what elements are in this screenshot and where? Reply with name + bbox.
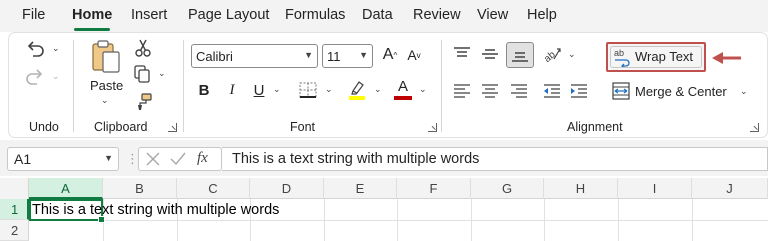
cell-a1-text: This is a text string with multiple word… (32, 202, 280, 218)
menu-help[interactable]: Help (527, 7, 557, 23)
font-size-box[interactable]: 11 ▼ (322, 44, 373, 68)
menu-insert[interactable]: Insert (131, 7, 167, 23)
menu-page-layout[interactable]: Page Layout (188, 7, 269, 23)
increase-indent-icon[interactable] (569, 82, 589, 100)
align-center-icon[interactable] (480, 82, 500, 100)
formula-bar-grip-icon[interactable]: ⋮ (126, 151, 139, 167)
wrap-text-button[interactable]: Wrap Text (635, 49, 693, 64)
menu-data[interactable]: Data (362, 7, 393, 23)
undo-icon[interactable] (24, 38, 46, 58)
enter-icon[interactable] (169, 151, 187, 167)
bold-icon[interactable]: B (196, 80, 212, 100)
underline-icon[interactable]: U (251, 80, 267, 100)
font-color-icon[interactable]: A (394, 78, 412, 100)
row-header-1[interactable]: 1 (0, 199, 29, 220)
svg-text:ab: ab (614, 48, 624, 58)
gridline (29, 220, 768, 221)
column-header-a[interactable]: A (29, 178, 103, 199)
copy-dropdown-icon[interactable]: ⌄ (158, 68, 166, 79)
paste-label[interactable]: Paste (90, 78, 123, 93)
undo-dropdown-icon[interactable]: ⌄ (52, 43, 60, 54)
font-name-box[interactable]: Calibri ▼ (191, 44, 318, 68)
group-label-undo: Undo (29, 120, 59, 134)
paste-icon[interactable] (89, 38, 123, 76)
wrap-text-icon[interactable]: ab (612, 46, 632, 68)
name-box[interactable]: A1 ▼ (7, 147, 119, 171)
copy-icon[interactable] (132, 64, 152, 84)
cancel-icon[interactable] (145, 151, 161, 167)
formula-buttons: fx (138, 147, 222, 171)
grow-font-icon[interactable]: A ^ (380, 45, 400, 65)
align-bottom-icon[interactable] (506, 42, 534, 68)
font-launcher-icon[interactable] (428, 123, 437, 132)
separator (183, 40, 184, 132)
merge-center-icon[interactable] (611, 81, 631, 101)
paste-dropdown-icon[interactable]: ⌄ (101, 95, 109, 106)
align-top-icon[interactable] (452, 44, 472, 64)
menu-formulas[interactable]: Formulas (285, 7, 345, 23)
group-label-font: Font (290, 120, 316, 134)
column-header-g[interactable]: G (471, 178, 544, 199)
insert-function-button[interactable]: fx (197, 150, 208, 167)
group-label-alignment: Alignment (567, 120, 623, 134)
chevron-down-icon: ▼ (104, 153, 113, 163)
column-header-e[interactable]: E (324, 178, 397, 199)
row-header-2[interactable]: 2 (0, 220, 29, 241)
chevron-down-icon: ▼ (359, 50, 368, 60)
group-label-clipboard: Clipboard (94, 120, 148, 134)
borders-dropdown-icon[interactable]: ⌄ (325, 84, 333, 95)
cut-icon[interactable] (134, 38, 152, 58)
menu-file[interactable]: File (22, 7, 45, 23)
font-color-dropdown-icon[interactable]: ⌄ (419, 84, 427, 95)
alignment-launcher-icon[interactable] (750, 123, 759, 132)
formula-input[interactable]: This is a text string with multiple word… (222, 147, 768, 171)
borders-icon[interactable] (298, 81, 318, 99)
highlight-dropdown-icon[interactable]: ⌄ (374, 84, 382, 95)
font-name-value: Calibri (196, 49, 233, 64)
italic-icon[interactable]: I (224, 80, 240, 100)
redo-icon[interactable] (24, 66, 46, 86)
orientation-dropdown-icon[interactable]: ⌄ (568, 49, 576, 60)
select-all-button[interactable] (0, 178, 29, 199)
menu-review[interactable]: Review (413, 7, 461, 23)
align-right-icon[interactable] (509, 82, 529, 100)
font-size-value: 11 (327, 49, 341, 64)
column-header-i[interactable]: I (618, 178, 692, 199)
shrink-font-icon[interactable]: Av (404, 45, 424, 65)
merge-dropdown-icon[interactable]: ⌄ (740, 86, 748, 97)
column-header-d[interactable]: D (250, 178, 324, 199)
highlight-icon[interactable] (347, 80, 367, 100)
name-box-value: A1 (14, 151, 32, 167)
column-header-f[interactable]: F (397, 178, 471, 199)
column-header-c[interactable]: C (177, 178, 250, 199)
decrease-indent-icon[interactable] (542, 82, 562, 100)
align-left-icon[interactable] (452, 82, 472, 100)
chevron-down-icon: ▼ (304, 50, 313, 60)
column-header-j[interactable]: J (692, 178, 768, 199)
redo-dropdown-icon[interactable]: ⌄ (52, 71, 60, 82)
red-arrow-icon (712, 51, 742, 64)
format-painter-icon[interactable] (133, 92, 153, 112)
column-header-h[interactable]: H (544, 178, 618, 199)
merge-center-button[interactable]: Merge & Center (635, 84, 727, 99)
active-tab-indicator (74, 28, 110, 31)
column-header-b[interactable]: B (103, 178, 177, 199)
underline-dropdown-icon[interactable]: ⌄ (273, 84, 281, 95)
separator (441, 40, 442, 132)
separator (73, 40, 74, 132)
menu-home[interactable]: Home (72, 7, 112, 23)
menu-view[interactable]: View (477, 7, 508, 23)
clipboard-launcher-icon[interactable] (168, 123, 177, 132)
align-middle-icon[interactable] (480, 44, 500, 64)
orientation-icon[interactable]: ab (541, 44, 563, 64)
